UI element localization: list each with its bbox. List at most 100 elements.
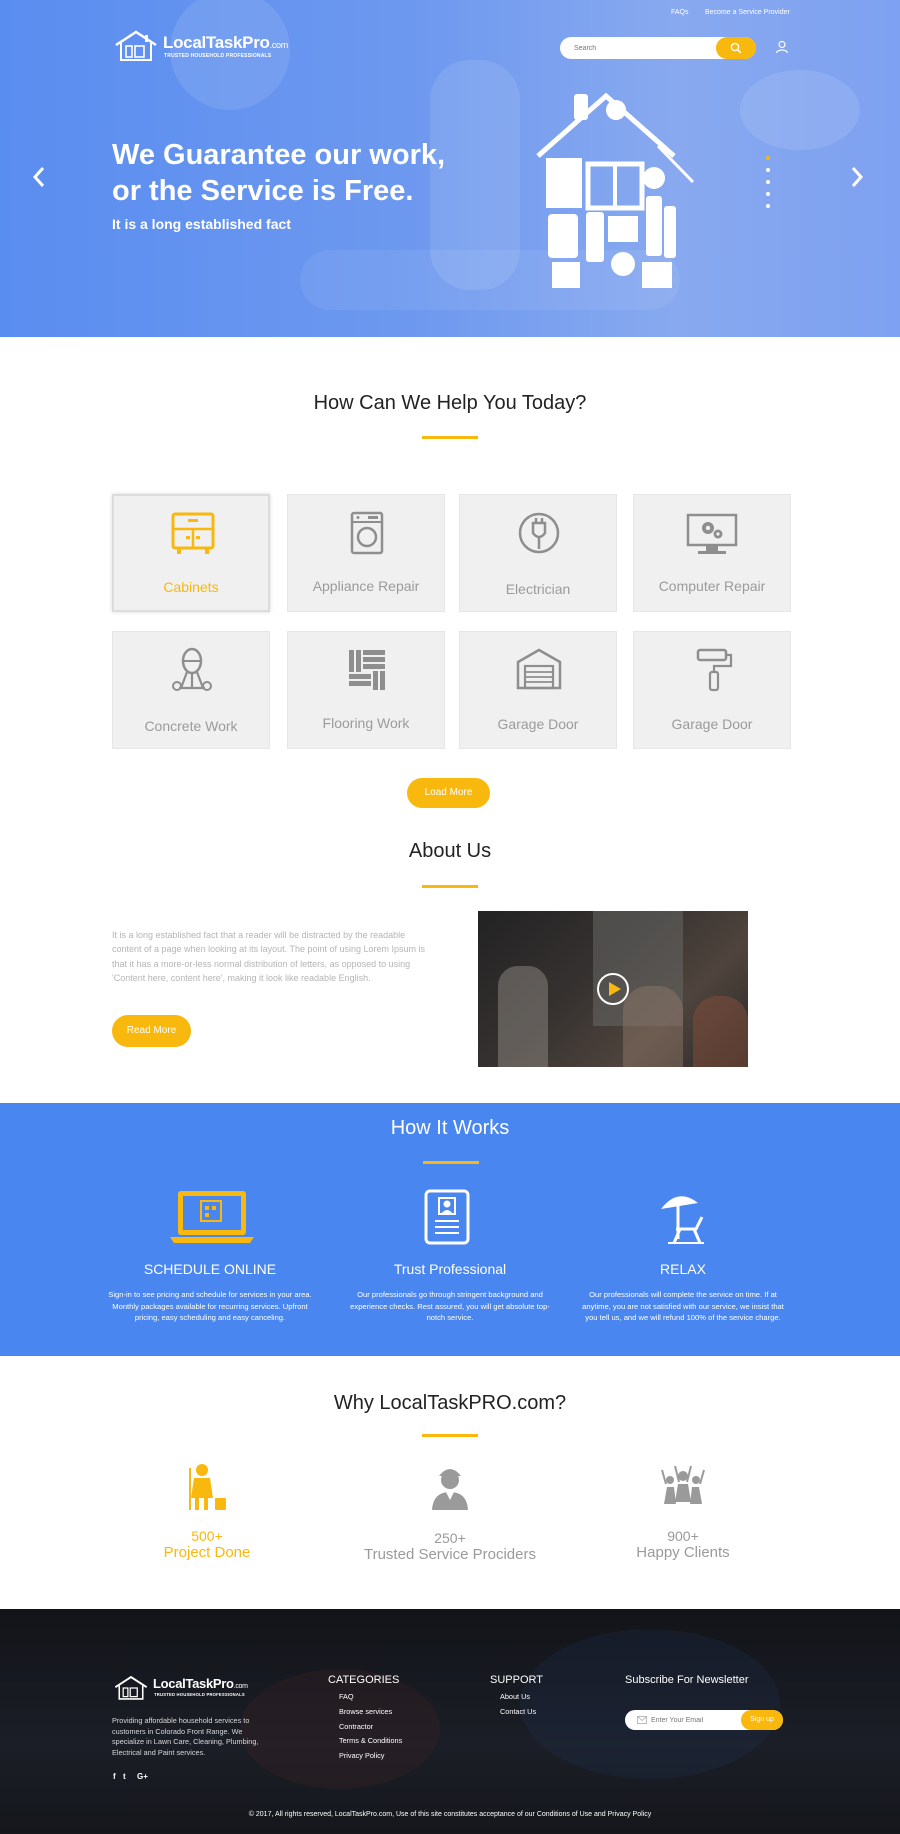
service-card-label: Cabinets <box>163 579 219 595</box>
stat-label: Happy Clients <box>636 1544 730 1561</box>
title-underline <box>423 1161 479 1164</box>
footer-link-terms[interactable]: Terms & Conditions <box>339 1736 402 1745</box>
how-step-text: Sign-in to see pricing and schedule for … <box>108 1290 312 1322</box>
footer-description: Providing affordable household services … <box>112 1716 259 1757</box>
faqs-link[interactable]: FAQs <box>671 9 689 16</box>
happy-crowd-icon <box>661 1465 705 1504</box>
paint-roller-icon <box>696 648 733 692</box>
service-card-label: Concrete Work <box>144 718 238 734</box>
footer-support-title: SUPPORT <box>490 1674 543 1686</box>
how-it-works-section: How It Works SCHEDULE ONLINE Sign-in to … <box>0 1103 900 1356</box>
chevron-right-icon <box>851 167 864 187</box>
service-card-label: Garage Door <box>497 716 579 732</box>
logo-text: LocalTaskPro.com <box>153 1676 248 1691</box>
how-step-title: Trust Professional <box>393 1261 507 1277</box>
service-card-cabinets[interactable]: Cabinets <box>112 494 270 612</box>
service-card-appliance-repair[interactable]: Appliance Repair <box>287 494 445 612</box>
footer-link-about-us[interactable]: About Us <box>500 1692 530 1701</box>
search-bar <box>560 37 756 59</box>
footer-bg-texture <box>520 1629 780 1779</box>
monitor-gear-icon <box>686 513 738 554</box>
stat-label: Project Done <box>163 1544 251 1561</box>
footer-link-contact-us[interactable]: Contact Us <box>500 1707 536 1716</box>
mail-icon <box>637 1716 647 1724</box>
how-step-text: Our professionals go through stringent b… <box>350 1290 550 1322</box>
load-more-button[interactable]: Load More <box>407 778 490 808</box>
play-icon[interactable] <box>596 972 630 1006</box>
how-step-relax: RELAX Our professionals will complete th… <box>578 1261 788 1324</box>
logo-text: LocalTaskPro.com <box>163 33 288 53</box>
stat-label: Trusted Service Prociders <box>363 1546 536 1563</box>
footer-link-privacy[interactable]: Privacy Policy <box>339 1751 384 1760</box>
how-step-schedule: SCHEDULE ONLINE Sign-in to see pricing a… <box>105 1261 315 1324</box>
newsletter-email-input[interactable] <box>651 1714 741 1726</box>
search-button[interactable] <box>716 37 756 59</box>
service-card-concrete-work[interactable]: Concrete Work <box>112 631 270 749</box>
title-underline <box>422 436 478 439</box>
about-video[interactable] <box>478 911 748 1067</box>
hero-prev-arrow[interactable] <box>32 163 46 195</box>
stat-number: 250+ <box>434 1530 466 1546</box>
slider-dot[interactable] <box>766 180 770 184</box>
user-icon[interactable] <box>775 40 789 54</box>
footer-link-faq[interactable]: FAQ <box>339 1692 354 1701</box>
why-title: Why LocalTaskPRO.com? <box>333 1392 567 1414</box>
service-card-computer-repair[interactable]: Computer Repair <box>633 494 791 612</box>
slider-dot[interactable] <box>766 204 770 208</box>
slider-dot[interactable] <box>766 192 770 196</box>
service-card-flooring-work[interactable]: Flooring Work <box>287 631 445 749</box>
copyright-text: © 2017, All rights reserved, LocalTaskPr… <box>248 1811 652 1818</box>
stat-number: 900+ <box>667 1528 699 1544</box>
hero-subtitle: It is a long established fact <box>112 216 291 232</box>
hero-title-line2: or the Service is Free. <box>112 175 414 207</box>
become-provider-link[interactable]: Become a Service Provider <box>705 9 790 16</box>
hero-title-line1: We Guarantee our work, <box>112 139 446 171</box>
read-more-button[interactable]: Read More <box>112 1015 191 1047</box>
about-title: About Us <box>408 840 492 862</box>
logo-tagline: TRUSTED HOUSEHOLD PROFESSIONALS <box>154 1692 245 1697</box>
service-card-garage-door-2[interactable]: Garage Door <box>633 631 791 749</box>
service-card-electrician[interactable]: Electrician <box>459 494 617 612</box>
brand-tld: .com <box>233 1683 248 1690</box>
id-badge-icon <box>424 1189 470 1245</box>
service-card-label: Flooring Work <box>322 715 410 731</box>
chevron-left-icon <box>32 167 45 187</box>
beach-umbrella-chair-icon <box>661 1196 704 1244</box>
worker-icon <box>432 1469 468 1510</box>
washing-machine-icon <box>350 511 384 555</box>
hero-title: We Guarantee our work, or the Service is… <box>112 137 512 209</box>
google-plus-icon[interactable]: G+ <box>137 1772 148 1781</box>
search-input[interactable] <box>574 41 714 55</box>
hero-next-arrow[interactable] <box>850 163 864 195</box>
newsletter-signup-button[interactable]: Sign up <box>741 1710 783 1730</box>
facebook-icon[interactable]: f <box>113 1772 116 1781</box>
slider-dot-active[interactable] <box>766 156 770 160</box>
slider-dot[interactable] <box>766 168 770 172</box>
footer-categories-title: CATEGORIES <box>328 1674 400 1686</box>
laptop-calendar-icon <box>170 1191 254 1243</box>
newsletter-title: Subscribe For Newsletter <box>625 1674 749 1686</box>
concrete-mixer-icon <box>172 647 212 691</box>
hero-banner: FAQs Become a Service Provider LocalTask… <box>0 0 900 337</box>
garage-door-icon <box>516 648 562 690</box>
how-it-works-title: How It Works <box>390 1117 510 1139</box>
title-underline <box>422 885 478 888</box>
about-text: It is a long established fact that a rea… <box>112 930 426 983</box>
service-card-label: Appliance Repair <box>312 578 420 594</box>
hero-bg-blur <box>740 70 860 150</box>
stat-number: 500+ <box>191 1528 223 1544</box>
twitter-icon[interactable]: t <box>123 1772 126 1781</box>
footer-link-contractor[interactable]: Contractor <box>339 1722 373 1731</box>
plug-icon <box>518 512 560 554</box>
service-card-garage-door[interactable]: Garage Door <box>459 631 617 749</box>
cabinet-icon <box>171 512 215 554</box>
brand-name: LocalTaskPro <box>153 1676 234 1691</box>
brand-tld: .com <box>269 40 289 50</box>
how-step-text: Our professionals will complete the serv… <box>582 1290 784 1322</box>
footer-link-browse-services[interactable]: Browse services <box>339 1707 392 1716</box>
search-icon <box>730 42 742 54</box>
cleaner-icon <box>189 1464 226 1510</box>
how-step-trust: Trust Professional Our professionals go … <box>345 1261 555 1324</box>
cleaning-tools-house-icon <box>536 92 695 288</box>
title-underline <box>422 1434 478 1437</box>
